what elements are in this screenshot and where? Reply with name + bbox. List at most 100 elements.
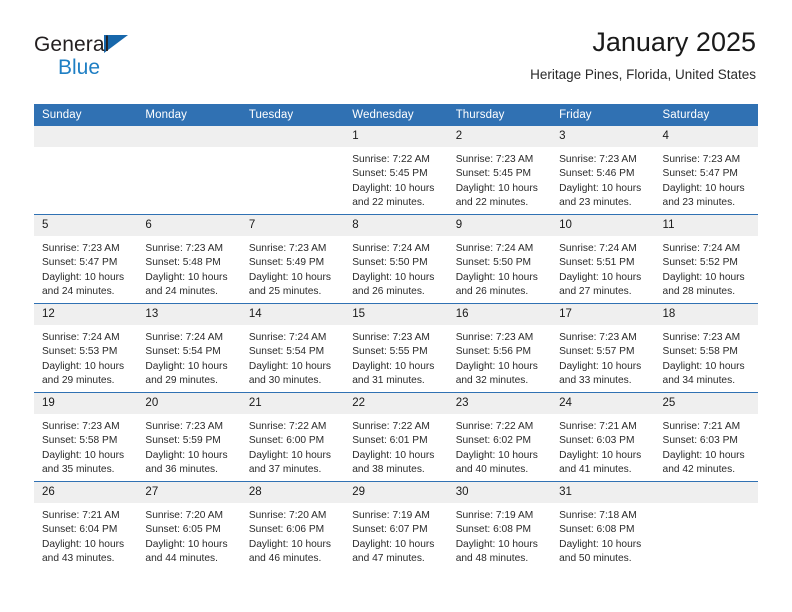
sunset-time: Sunset: 5:59 PM [145,435,221,447]
sunset-time: Sunset: 5:47 PM [662,168,738,180]
calendar-day-cell[interactable]: 6 Sunrise: 7:23 AM Sunset: 5:48 PM Daylight… [137,214,241,304]
daylight-duration-line2: and 22 minutes. [455,196,529,208]
day-details: Sunrise: 7:22 AM Sunset: 6:01 PM Daylight:… [344,414,447,477]
sunrise-time: Sunrise: 7:23 AM [248,243,327,254]
day-number: 8 [344,215,448,236]
daylight-duration-line2: and 29 minutes. [145,374,218,386]
calendar-day-cell[interactable]: 16 Sunrise: 7:23 AM Sunset: 5:56 PM Dayligh… [447,303,552,393]
sunset-time: Sunset: 5:45 PM [352,168,428,180]
weekday-header-sunday: Sunday [34,104,138,126]
day-number: 25 [654,393,758,414]
daylight-duration-line2: and 30 minutes. [248,374,322,386]
sunset-time: Sunset: 5:51 PM [559,257,635,269]
daylight-duration-line1: Daylight: 10 hours [352,360,435,372]
calendar-day-cell[interactable]: 2 Sunrise: 7:23 AM Sunset: 5:45 PM Daylight… [447,126,552,215]
calendar-day-cell-empty [654,481,758,570]
daylight-duration-line1: Daylight: 10 hours [662,360,745,372]
day-details: Sunrise: 7:22 AM Sunset: 6:02 PM Daylight:… [448,414,551,477]
calendar-day-cell[interactable]: 21 Sunrise: 7:22 AM Sunset: 6:00 PM Dayligh… [240,392,345,482]
calendar-day-cell[interactable]: 12 Sunrise: 7:24 AM Sunset: 5:53 PM Dayligh… [34,303,138,393]
calendar-day-cell[interactable]: 11 Sunrise: 7:24 AM Sunset: 5:52 PM Dayligh… [654,214,758,304]
calendar-day-cell[interactable]: 30 Sunrise: 7:19 AM Sunset: 6:08 PM Dayligh… [447,481,552,570]
daylight-duration-line1: Daylight: 10 hours [662,449,745,461]
calendar-day-cell[interactable]: 24 Sunrise: 7:21 AM Sunset: 6:03 PM Dayligh… [551,392,655,482]
sunrise-time: Sunrise: 7:21 AM [42,510,120,521]
day-number: 5 [34,215,138,236]
calendar-day-cell[interactable]: 28 Sunrise: 7:20 AM Sunset: 6:06 PM Dayligh… [240,481,345,570]
calendar-day-cell[interactable]: 14 Sunrise: 7:24 AM Sunset: 5:54 PM Dayligh… [240,303,345,393]
general-blue-logo[interactable]: General Blue [34,33,128,78]
day-number: 27 [137,482,241,503]
calendar-day-cell[interactable]: 26 Sunrise: 7:21 AM Sunset: 6:04 PM Dayligh… [34,481,138,570]
calendar-day-cell-empty [240,126,345,215]
sunrise-time: Sunrise: 7:23 AM [559,154,637,165]
calendar-day-cell[interactable]: 13 Sunrise: 7:24 AM Sunset: 5:54 PM Dayligh… [137,303,241,393]
calendar-day-cell[interactable]: 4 Sunrise: 7:23 AM Sunset: 5:47 PM Daylight… [654,126,758,215]
sunrise-sunset-calendar: Sunday Monday Tuesday Wednesday Thursday Frid… [34,104,758,570]
calendar-day-cell[interactable]: 31 Sunrise: 7:18 AM Sunset: 6:08 PM Dayligh… [551,481,655,570]
day-details: Sunrise: 7:23 AM Sunset: 5:59 PM Daylight:… [137,414,240,477]
location-subtitle: Heritage Pines, Florida, United States [530,66,756,82]
daylight-duration-line2: and 29 minutes. [42,374,115,386]
daylight-duration-line2: and 42 minutes. [662,463,736,475]
sunrise-time: Sunrise: 7:22 AM [352,154,430,165]
sunrise-time: Sunrise: 7:22 AM [248,421,327,432]
calendar-day-cell[interactable]: 23 Sunrise: 7:22 AM Sunset: 6:02 PM Dayligh… [447,392,552,482]
day-number: 1 [344,126,448,147]
weekday-header-tuesday: Tuesday [240,104,345,126]
calendar-day-cell[interactable]: 3 Sunrise: 7:23 AM Sunset: 5:46 PM Daylight… [551,126,655,215]
daylight-duration-line1: Daylight: 10 hours [42,360,125,372]
calendar-day-cell[interactable]: 22 Sunrise: 7:22 AM Sunset: 6:01 PM Dayligh… [344,392,448,482]
sunset-time: Sunset: 5:55 PM [352,346,428,358]
calendar-day-cell[interactable]: 7 Sunrise: 7:23 AM Sunset: 5:49 PM Daylight… [240,214,345,304]
daylight-duration-line1: Daylight: 10 hours [42,449,125,461]
sunset-time: Sunset: 6:08 PM [455,524,532,536]
sunset-time: Sunset: 6:06 PM [248,524,325,536]
calendar-day-cell[interactable]: 19 Sunrise: 7:23 AM Sunset: 5:58 PM Dayligh… [34,392,138,482]
sunset-time: Sunset: 6:03 PM [662,435,738,447]
daylight-duration-line1: Daylight: 10 hours [352,182,435,194]
calendar-header-row: Sunday Monday Tuesday Wednesday Thursday Frid… [34,104,758,126]
sunset-time: Sunset: 6:01 PM [352,435,428,447]
sunrise-time: Sunrise: 7:22 AM [455,421,534,432]
sunrise-time: Sunrise: 7:24 AM [145,332,224,343]
sunset-time: Sunset: 6:07 PM [352,524,428,536]
daylight-duration-line2: and 32 minutes. [455,374,529,386]
calendar-day-cell-empty [34,126,138,215]
daylight-duration-line2: and 24 minutes. [42,285,115,297]
calendar-day-cell[interactable]: 17 Sunrise: 7:23 AM Sunset: 5:57 PM Dayligh… [551,303,655,393]
daylight-duration-line1: Daylight: 10 hours [248,449,331,461]
calendar-day-cell[interactable]: 8 Sunrise: 7:24 AM Sunset: 5:50 PM Daylight… [344,214,448,304]
daylight-duration-line2: and 33 minutes. [559,374,632,386]
sunrise-time: Sunrise: 7:21 AM [559,421,637,432]
calendar-day-cell[interactable]: 9 Sunrise: 7:24 AM Sunset: 5:50 PM Daylight… [447,214,552,304]
calendar-day-cell[interactable]: 18 Sunrise: 7:23 AM Sunset: 5:58 PM Dayligh… [654,303,758,393]
daylight-duration-line2: and 48 minutes. [455,552,529,564]
daylight-duration-line1: Daylight: 10 hours [455,538,538,550]
day-details: Sunrise: 7:19 AM Sunset: 6:07 PM Daylight:… [344,503,447,566]
calendar-day-cell[interactable]: 25 Sunrise: 7:21 AM Sunset: 6:03 PM Dayligh… [654,392,758,482]
calendar-day-cell[interactable]: 10 Sunrise: 7:24 AM Sunset: 5:51 PM Dayligh… [551,214,655,304]
calendar-day-cell[interactable]: 5 Sunrise: 7:23 AM Sunset: 5:47 PM Daylight… [34,214,138,304]
day-details: Sunrise: 7:23 AM Sunset: 5:47 PM Daylight:… [34,236,137,299]
day-details: Sunrise: 7:22 AM Sunset: 5:45 PM Daylight:… [344,147,447,210]
sunset-time: Sunset: 5:54 PM [145,346,221,358]
calendar-day-cell[interactable]: 15 Sunrise: 7:23 AM Sunset: 5:55 PM Dayligh… [344,303,448,393]
brand-general-text: General [34,33,110,56]
sunrise-time: Sunrise: 7:24 AM [559,243,637,254]
sunset-time: Sunset: 5:50 PM [352,257,428,269]
day-details: Sunrise: 7:21 AM Sunset: 6:04 PM Daylight:… [34,503,137,566]
calendar-day-cell[interactable]: 1 Sunrise: 7:22 AM Sunset: 5:45 PM Daylight… [344,126,448,215]
calendar-day-cell[interactable]: 20 Sunrise: 7:23 AM Sunset: 5:59 PM Dayligh… [137,392,241,482]
sunrise-time: Sunrise: 7:23 AM [145,243,224,254]
calendar-day-cell[interactable]: 29 Sunrise: 7:19 AM Sunset: 6:07 PM Dayligh… [344,481,448,570]
sunrise-time: Sunrise: 7:24 AM [662,243,741,254]
sunrise-time: Sunrise: 7:23 AM [662,154,741,165]
day-details: Sunrise: 7:18 AM Sunset: 6:08 PM Daylight:… [551,503,654,566]
sunrise-time: Sunrise: 7:20 AM [248,510,327,521]
title-block: January 2025 Heritage Pines, Florida, Un… [530,27,756,83]
daylight-duration-line1: Daylight: 10 hours [42,538,125,550]
daylight-duration-line1: Daylight: 10 hours [248,538,331,550]
daylight-duration-line2: and 31 minutes. [352,374,425,386]
calendar-day-cell[interactable]: 27 Sunrise: 7:20 AM Sunset: 6:05 PM Dayligh… [137,481,241,570]
